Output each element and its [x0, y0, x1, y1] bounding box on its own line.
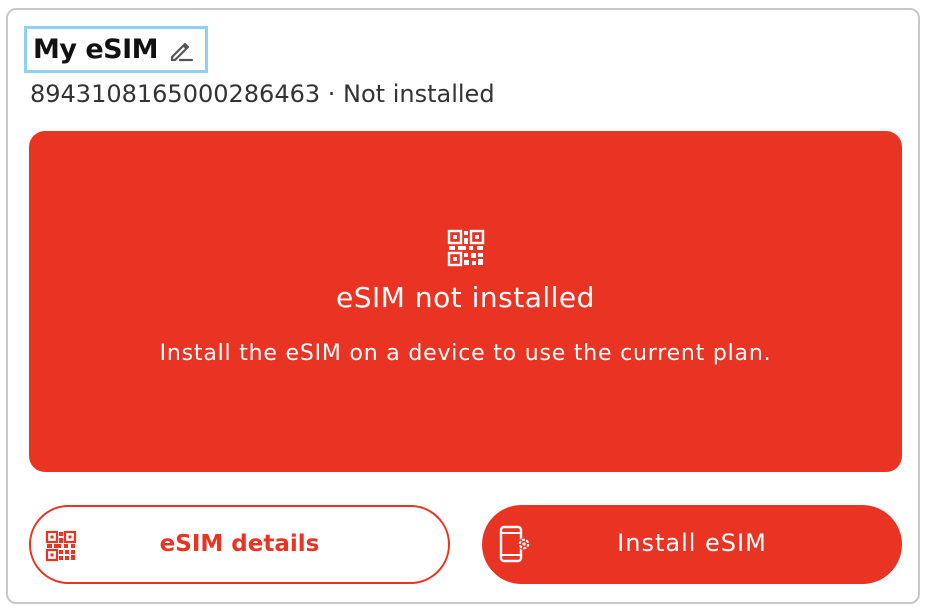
banner-title: eSIM not installed [336, 281, 595, 314]
install-esim-label: Install eSIM [617, 529, 767, 557]
title-focus-box[interactable]: My eSIM [24, 26, 208, 73]
install-esim-button[interactable]: Install eSIM [482, 505, 902, 584]
page-title: My eSIM [33, 34, 159, 65]
iccid-number: 8943108165000286463 [30, 80, 321, 108]
install-status: Not installed [343, 80, 495, 108]
banner-description: Install the eSIM on a device to use the … [159, 341, 772, 366]
esim-details-label: eSIM details [159, 531, 320, 557]
qr-code-icon [447, 229, 485, 267]
pencil-icon [170, 42, 194, 61]
separator: · [327, 80, 336, 108]
esim-subtitle: 8943108165000286463 · Not installed [30, 80, 495, 108]
edit-name-button[interactable] [166, 35, 196, 65]
status-banner: eSIM not installed Install the eSIM on a… [29, 131, 902, 472]
esim-details-button[interactable]: eSIM details [29, 505, 450, 584]
